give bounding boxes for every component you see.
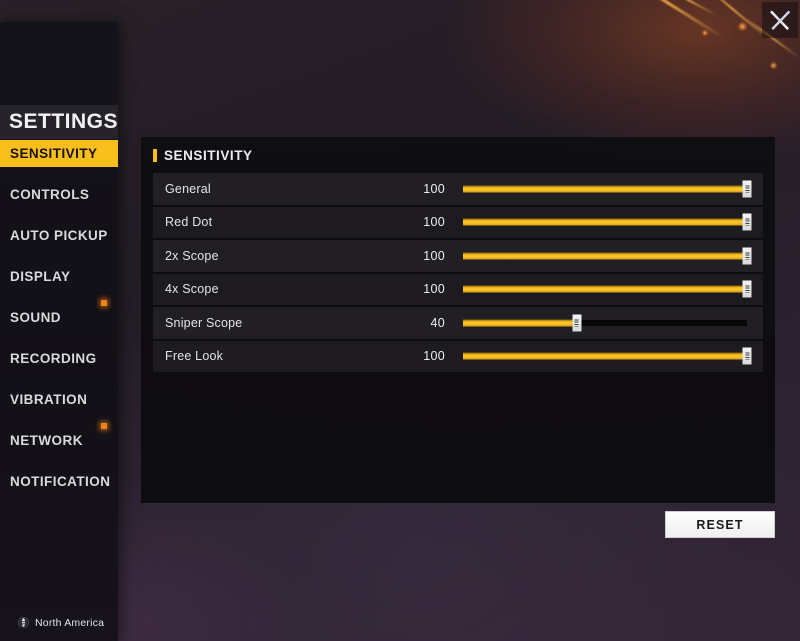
sensitivity-row: Sniper Scope 40 <box>153 307 763 341</box>
panel-title: SENSITIVITY <box>164 147 253 163</box>
sidebar-item-sound[interactable]: SOUND <box>0 300 118 331</box>
sidebar-item-label: NOTIFICATION <box>10 474 111 489</box>
sensitivity-panel: SENSITIVITY General 100 Red Dot 100 2x Scope… <box>141 137 775 503</box>
sidebar-item-network[interactable]: NETWORK <box>0 423 118 454</box>
sidebar-item-controls[interactable]: CONTROLS <box>0 181 118 208</box>
sidebar-item-label: SOUND <box>10 310 62 325</box>
reset-button[interactable]: RESET <box>665 511 775 538</box>
slider-thumb[interactable] <box>742 247 752 265</box>
slider-thumb[interactable] <box>742 213 752 231</box>
sensitivity-slider[interactable] <box>463 313 747 333</box>
ember-2 <box>702 30 708 36</box>
sensitivity-row-value: 40 <box>430 315 445 330</box>
close-icon <box>770 10 791 30</box>
sidebar-item-label: VIBRATION <box>10 392 88 407</box>
slider-fill <box>463 218 747 226</box>
sidebar-item-recording[interactable]: RECORDING <box>0 345 118 372</box>
sensitivity-row-value: 100 <box>423 181 445 196</box>
sensitivity-row-label: 2x Scope <box>165 248 219 263</box>
sidebar-item-label: DISPLAY <box>10 269 71 284</box>
slider-fill <box>463 319 577 327</box>
sidebar-item-vibration[interactable]: VIBRATION <box>0 386 118 413</box>
panel-header: SENSITIVITY <box>141 137 775 173</box>
notification-badge-icon <box>101 423 107 429</box>
sensitivity-row-label: General <box>165 181 211 196</box>
sensitivity-rows: General 100 Red Dot 100 2x Scope 100 4x Scope 1… <box>153 173 763 374</box>
ember-1 <box>738 22 747 31</box>
sensitivity-row-value: 100 <box>423 215 445 230</box>
sensitivity-row-value: 100 <box>423 248 445 263</box>
sidebar-item-display[interactable]: DISPLAY <box>0 263 118 290</box>
settings-sidebar: SETTINGS SENSITIVITY CONTROLS AUTO PICKUP D… <box>0 22 118 641</box>
sensitivity-row-label: Sniper Scope <box>165 315 243 330</box>
slider-fill <box>463 185 747 193</box>
globe-icon <box>18 617 29 628</box>
region-label: North America <box>35 616 105 629</box>
accent-bar-icon <box>153 148 157 162</box>
notification-badge-icon <box>101 300 107 306</box>
sensitivity-row-label: 4x Scope <box>165 282 219 297</box>
sidebar-nav: SENSITIVITY CONTROLS AUTO PICKUP DISPLAY SOU… <box>0 140 118 509</box>
slider-thumb[interactable] <box>742 347 752 365</box>
sidebar-item-label: CONTROLS <box>10 187 90 202</box>
sensitivity-row: General 100 <box>153 173 763 207</box>
sensitivity-slider[interactable] <box>463 212 752 232</box>
slider-thumb[interactable] <box>742 280 752 298</box>
sensitivity-slider[interactable] <box>463 279 752 299</box>
close-button[interactable] <box>762 2 798 38</box>
sensitivity-row-value: 100 <box>423 349 445 364</box>
sensitivity-row: Red Dot 100 <box>153 206 763 240</box>
slider-thumb[interactable] <box>742 180 752 198</box>
sensitivity-row-label: Red Dot <box>165 215 213 230</box>
sensitivity-row-label: Free Look <box>165 349 224 364</box>
slider-fill <box>463 252 747 260</box>
slider-fill <box>463 285 747 293</box>
sidebar-item-auto-pickup[interactable]: AUTO PICKUP <box>0 222 118 249</box>
sidebar-item-label: RECORDING <box>10 351 97 366</box>
slider-fill <box>463 352 747 360</box>
sidebar-item-sensitivity[interactable]: SENSITIVITY <box>0 140 118 167</box>
sidebar-item-label: AUTO PICKUP <box>10 228 108 243</box>
sensitivity-row: Free Look 100 <box>153 340 763 374</box>
sensitivity-slider[interactable] <box>463 246 752 266</box>
sidebar-item-label: SENSITIVITY <box>10 146 98 161</box>
sensitivity-row: 2x Scope 100 <box>153 240 763 274</box>
sidebar-item-label: NETWORK <box>10 433 83 448</box>
region-indicator[interactable]: North America <box>0 616 118 629</box>
sensitivity-row-value: 100 <box>423 282 445 297</box>
sensitivity-row: 4x Scope 100 <box>153 273 763 307</box>
ember-3 <box>770 62 777 69</box>
sensitivity-slider[interactable] <box>463 346 752 366</box>
page-title: SETTINGS <box>0 105 118 139</box>
sidebar-item-notification[interactable]: NOTIFICATION <box>0 468 118 495</box>
sensitivity-slider[interactable] <box>463 179 752 199</box>
slider-thumb[interactable] <box>572 314 582 332</box>
